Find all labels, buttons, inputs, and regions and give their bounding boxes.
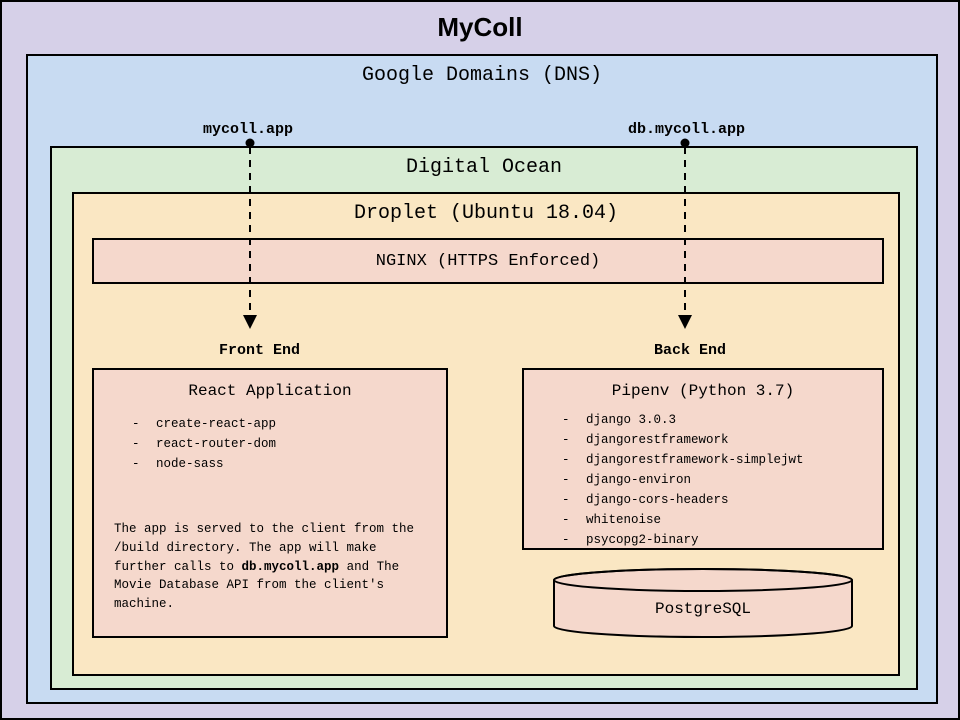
react-box: React Application create-react-appreact-…	[92, 368, 448, 638]
list-item: django-cors-headers	[562, 490, 862, 510]
nginx-box: NGINX (HTTPS Enforced)	[92, 238, 884, 284]
dns-title: Google Domains (DNS)	[28, 64, 936, 87]
outer-container: MyColl Google Domains (DNS) mycoll.app d…	[0, 0, 960, 720]
diagram-title: MyColl	[2, 12, 958, 43]
digital-ocean-title: Digital Ocean	[52, 156, 916, 179]
list-item: whitenoise	[562, 510, 862, 530]
backend-label: Back End	[654, 342, 726, 359]
list-item: psycopg2-binary	[562, 530, 862, 550]
pipenv-packages: django 3.0.3djangorestframeworkdjangores…	[544, 410, 862, 550]
nginx-label: NGINX (HTTPS Enforced)	[376, 252, 600, 271]
droplet-box: Droplet (Ubuntu 18.04) NGINX (HTTPS Enfo…	[72, 192, 900, 676]
list-item: create-react-app	[132, 414, 426, 434]
database-cylinder: PostgreSQL	[552, 568, 854, 638]
react-title: React Application	[114, 382, 426, 400]
domain-left: mycoll.app	[203, 121, 293, 138]
react-note-bold: db.mycoll.app	[242, 560, 340, 574]
digital-ocean-box: Digital Ocean Droplet (Ubuntu 18.04) NGI…	[50, 146, 918, 690]
pipenv-title: Pipenv (Python 3.7)	[544, 382, 862, 400]
list-item: django 3.0.3	[562, 410, 862, 430]
list-item: djangorestframework-simplejwt	[562, 450, 862, 470]
react-note: The app is served to the client from the…	[114, 520, 426, 614]
list-item: djangorestframework	[562, 430, 862, 450]
react-packages: create-react-appreact-router-domnode-sas…	[114, 414, 426, 474]
frontend-label: Front End	[219, 342, 300, 359]
droplet-title: Droplet (Ubuntu 18.04)	[74, 202, 898, 225]
list-item: django-environ	[562, 470, 862, 490]
database-label: PostgreSQL	[552, 600, 854, 618]
dns-box: Google Domains (DNS) mycoll.app db.mycol…	[26, 54, 938, 704]
list-item: node-sass	[132, 454, 426, 474]
pipenv-box: Pipenv (Python 3.7) django 3.0.3djangore…	[522, 368, 884, 550]
list-item: react-router-dom	[132, 434, 426, 454]
domain-right: db.mycoll.app	[628, 121, 745, 138]
